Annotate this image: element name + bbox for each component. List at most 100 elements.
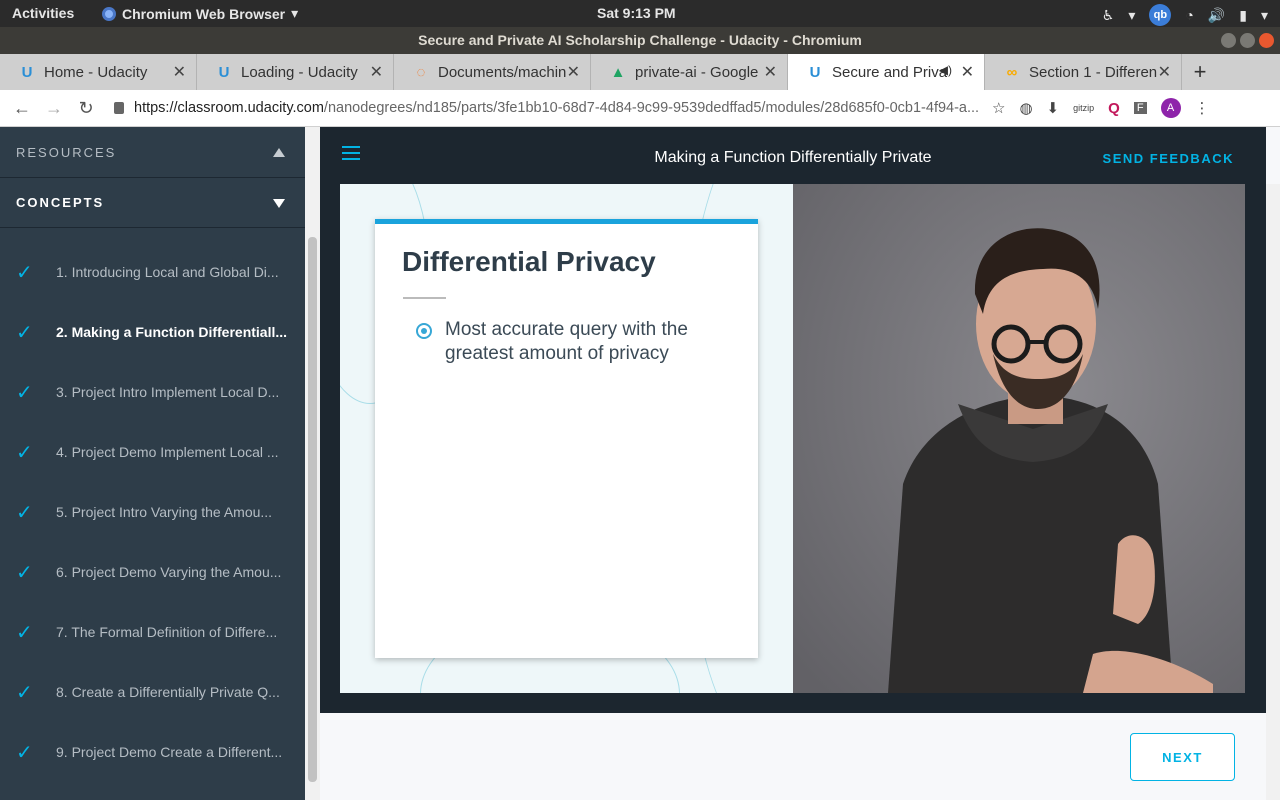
window-titlebar: Secure and Private AI Scholarship Challe… [0, 27, 1280, 54]
scrollbar-thumb[interactable] [308, 237, 317, 782]
chromium-icon [102, 6, 116, 21]
bookmark-star-icon[interactable]: ☆ [992, 99, 1005, 117]
extension-globe-icon[interactable]: ◍ [1019, 99, 1032, 117]
forward-arrow-icon[interactable]: → [38, 98, 70, 119]
main-content: Making a Function Differentially Private… [320, 127, 1280, 800]
checkmark-icon: ✓ [16, 501, 33, 524]
concept-label: 7. The Formal Definition of Differe... [56, 624, 278, 640]
tab-colab-section-1[interactable]: ∞ Section 1 - Differen ✕ [985, 54, 1182, 90]
lock-icon[interactable] [114, 102, 124, 114]
slide-bullet-text: Most accurate query with the greatest am… [445, 319, 688, 364]
jupyter-icon: ◌ [416, 63, 426, 81]
tab-label: Section 1 - Differen [1029, 63, 1158, 81]
presenter-video-frame [793, 184, 1245, 693]
page-scrollbar[interactable] [1266, 184, 1280, 800]
system-tray[interactable]: ♿ ▾ qb ◔ 🔊 ▮ ▾ [1102, 4, 1268, 26]
checkmark-icon: ✓ [16, 681, 33, 704]
tab-label: private-ai - Google [635, 63, 759, 81]
collapse-triangle-icon [273, 148, 285, 157]
chevron-down-icon: ▾ [1128, 6, 1136, 23]
concepts-section-toggle[interactable]: CONCEPTS [0, 178, 305, 228]
chevron-down-icon: ▾ [291, 5, 299, 21]
concept-label: 4. Project Demo Implement Local ... [56, 444, 279, 460]
profile-avatar[interactable]: A [1160, 98, 1181, 118]
concept-item[interactable]: ✓ 5. Project Intro Varying the Amou... [0, 482, 305, 542]
user-badge[interactable]: qb [1149, 4, 1172, 26]
battery-icon: ▮ [1239, 6, 1247, 23]
video-player[interactable]: Differential Privacy Most accurate query… [320, 184, 1266, 713]
concept-item[interactable]: ✓ 9. Project Demo Create a Different... [0, 722, 305, 782]
window-title: Secure and Private AI Scholarship Challe… [418, 32, 862, 48]
slide-heading: Differential Privacy [402, 246, 656, 277]
concept-label: 9. Project Demo Create a Different... [56, 744, 283, 760]
concepts-list: ✓ 1. Introducing Local and Global Di... ✓ 2… [0, 242, 305, 782]
close-tab-icon[interactable]: ✕ [567, 62, 580, 82]
back-arrow-icon[interactable]: ← [6, 98, 38, 119]
clock[interactable]: Sat 9:13 PM [597, 5, 676, 21]
resources-label: RESOURCES [16, 144, 117, 160]
concept-item[interactable]: ✓ 7. The Formal Definition of Differe... [0, 602, 305, 662]
presenter-image [793, 184, 1245, 693]
udacity-logo-icon: U [218, 63, 230, 81]
chevron-down-icon: ▾ [1260, 6, 1268, 23]
checkmark-icon: ✓ [16, 261, 33, 284]
concept-item[interactable]: ✓ 3. Project Intro Implement Local D... [0, 362, 305, 422]
udacity-logo-icon: U [21, 63, 33, 81]
tab-strip: U Home - Udacity ✕ U Loading - Udacity ✕… [0, 54, 1280, 90]
address-bar[interactable]: https://classroom.udacity.com/nanodegree… [134, 100, 980, 116]
new-tab-button[interactable]: + [1182, 54, 1218, 90]
tab-label: Secure and Priva [832, 63, 948, 81]
send-feedback-link[interactable]: SEND FEEDBACK [1103, 151, 1234, 166]
tab-secure-private-ai[interactable]: U Secure and Priva ◀) ✕ [788, 54, 985, 90]
close-tab-icon[interactable]: ✕ [1158, 62, 1171, 82]
app-menu[interactable]: Chromium Web Browser ▾ [102, 5, 298, 22]
slide-divider [403, 297, 446, 299]
checkmark-icon: ✓ [16, 321, 33, 344]
concept-item[interactable]: ✓ 6. Project Demo Varying the Amou... [0, 542, 305, 602]
extension-q-icon[interactable]: Q [1108, 100, 1120, 117]
download-icon[interactable]: ⬇ [1047, 99, 1060, 117]
maximize-button[interactable] [1240, 33, 1255, 48]
tab-loading-udacity[interactable]: U Loading - Udacity ✕ [197, 54, 394, 90]
checkmark-icon: ✓ [16, 741, 33, 764]
checkmark-icon: ✓ [16, 621, 33, 644]
close-tab-icon[interactable]: ✕ [764, 62, 777, 82]
url-host: https://classroom.udacity.com [134, 100, 324, 116]
extension-f-icon[interactable]: F [1133, 102, 1147, 114]
concept-item[interactable]: ✓ 1. Introducing Local and Global Di... [0, 242, 305, 302]
tab-label: Home - Udacity [44, 63, 148, 81]
accessibility-icon[interactable]: ♿ [1102, 7, 1115, 24]
reload-icon[interactable]: ↻ [70, 98, 102, 119]
tab-label: Documents/machin [438, 63, 567, 81]
concept-label: 5. Project Intro Varying the Amou... [56, 504, 273, 520]
checkmark-icon: ✓ [16, 561, 33, 584]
next-button[interactable]: NEXT [1130, 733, 1235, 781]
close-tab-icon[interactable]: ✕ [370, 62, 383, 82]
tab-home-udacity[interactable]: U Home - Udacity ✕ [0, 54, 197, 90]
checkmark-icon: ✓ [16, 441, 33, 464]
page-header: Making a Function Differentially Private… [320, 127, 1266, 184]
colab-icon: ∞ [1006, 63, 1018, 81]
gitzip-extension-icon[interactable]: gitzip [1073, 103, 1094, 113]
close-tab-icon[interactable]: ✕ [961, 62, 974, 82]
tab-google-drive[interactable]: ▲ private-ai - Google ✕ [591, 54, 788, 90]
audio-playing-icon[interactable]: ◀) [939, 63, 952, 77]
concept-item[interactable]: ✓ 8. Create a Differentially Private Q... [0, 662, 305, 722]
chrome-menu-icon[interactable]: ⋮ [1195, 99, 1210, 117]
close-tab-icon[interactable]: ✕ [173, 62, 186, 82]
tab-jupyter-documents[interactable]: ◌ Documents/machin ✕ [394, 54, 591, 90]
slide-card: Differential Privacy Most accurate query… [375, 219, 758, 658]
concepts-label: CONCEPTS [16, 195, 105, 210]
wifi-icon: ◔ [1185, 7, 1194, 23]
concept-item[interactable]: ✓ 2. Making a Function Differentiall... [0, 302, 305, 362]
minimize-button[interactable] [1221, 33, 1236, 48]
sidebar-scrollbar[interactable] [305, 127, 320, 800]
concept-label: 6. Project Demo Varying the Amou... [56, 564, 282, 580]
close-window-button[interactable] [1259, 33, 1274, 48]
concept-item[interactable]: ✓ 4. Project Demo Implement Local ... [0, 422, 305, 482]
udacity-logo-icon: U [809, 63, 821, 81]
volume-icon: 🔊 [1207, 6, 1226, 23]
concept-label: 1. Introducing Local and Global Di... [56, 264, 279, 280]
resources-section-toggle[interactable]: RESOURCES [0, 127, 305, 178]
activities-button[interactable]: Activities [12, 5, 74, 21]
